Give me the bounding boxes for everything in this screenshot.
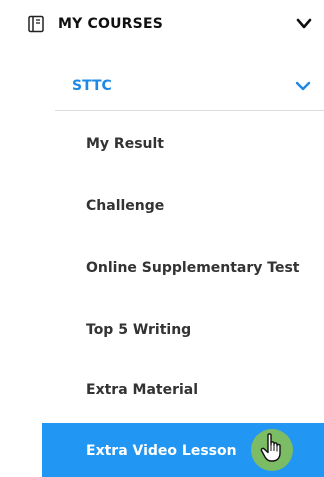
menu-item-extra-video-lesson[interactable]: Extra Video Lesson [42, 423, 324, 477]
menu-item-label: Online Supplementary Test [86, 260, 300, 276]
chevron-down-icon[interactable] [296, 18, 312, 30]
menu-item-online-supplementary-test[interactable]: Online Supplementary Test [55, 240, 324, 296]
menu-item-challenge[interactable]: Challenge [55, 178, 324, 234]
menu-item-label: Extra Material [86, 382, 199, 398]
course-sttc-title: STTC [72, 78, 112, 94]
my-courses-header[interactable]: MY COURSES [0, 0, 324, 48]
menu-item-label: Top 5 Writing [86, 322, 192, 338]
menu-item-label: My Result [86, 136, 164, 152]
book-icon [28, 15, 44, 33]
menu-item-label: Challenge [86, 198, 165, 214]
hand-pointer-icon [260, 433, 281, 462]
menu-item-label: Extra Video Lesson [86, 443, 237, 459]
menu-item-my-result[interactable]: My Result [55, 116, 324, 172]
course-sttc-header[interactable]: STTC [55, 62, 324, 111]
sidebar-menu: MY COURSES STTC My Result Challenge Onli… [0, 0, 324, 477]
chevron-down-icon[interactable] [295, 81, 311, 92]
my-courses-title: MY COURSES [58, 16, 163, 32]
menu-item-top-5-writing[interactable]: Top 5 Writing [55, 302, 324, 358]
menu-item-extra-material[interactable]: Extra Material [55, 362, 324, 418]
